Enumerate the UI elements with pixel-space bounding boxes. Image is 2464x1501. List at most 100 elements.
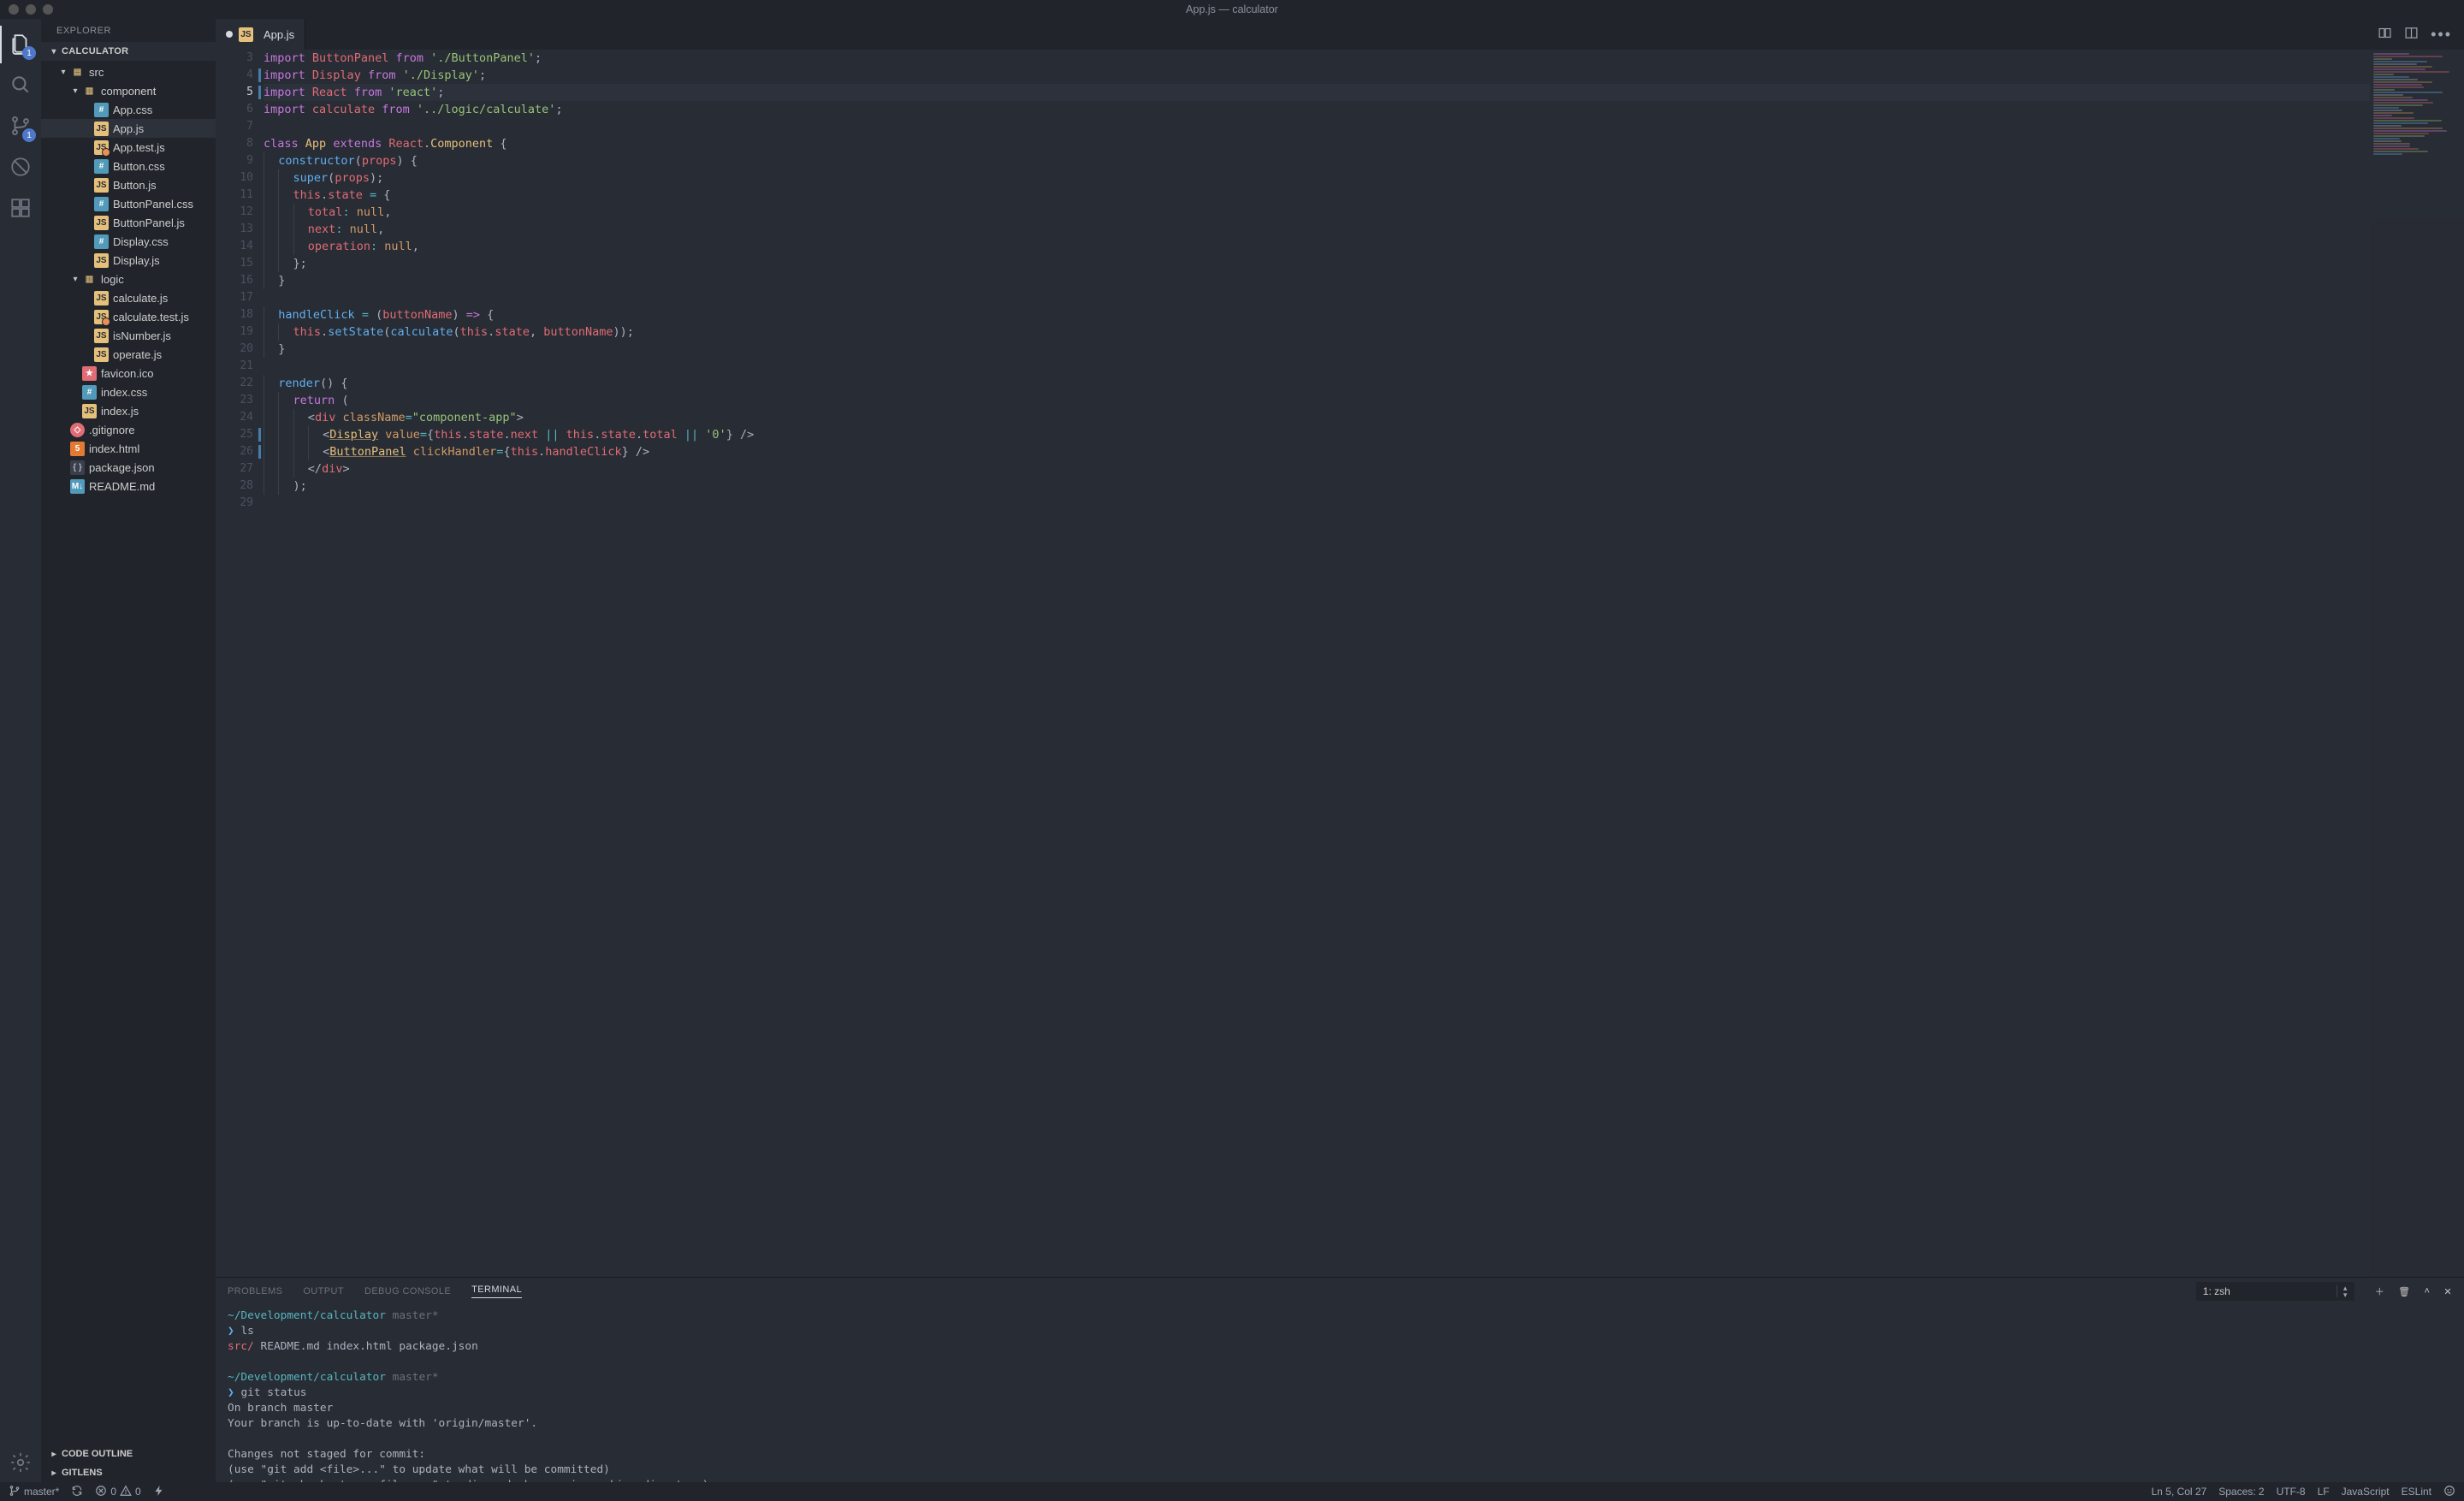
compare-changes-icon[interactable]: [2378, 26, 2392, 43]
css-icon: #: [94, 159, 109, 174]
panel-tabs: PROBLEMS OUTPUT DEBUG CONSOLE TERMINAL ▴…: [216, 1278, 2464, 1305]
close-window[interactable]: [9, 4, 19, 15]
search-icon: [9, 74, 32, 98]
sidebar-section-outline[interactable]: ▸ CODE OUTLINE: [41, 1445, 216, 1463]
error-count: 0: [110, 1486, 116, 1498]
file-index.html[interactable]: 5index.html: [41, 439, 216, 458]
tab-app-js[interactable]: JS App.js: [216, 19, 305, 50]
activity-debug[interactable]: [0, 149, 41, 187]
terminal-picker[interactable]: ▴▾: [2196, 1282, 2354, 1301]
tree-label: component: [101, 85, 156, 98]
file-favicon.ico[interactable]: ★favicon.ico: [41, 364, 216, 383]
file-calculate.test.js[interactable]: JScalculate.test.js: [41, 307, 216, 326]
maximize-panel-icon[interactable]: ˄: [2425, 1286, 2431, 1296]
minimize-window[interactable]: [26, 4, 36, 15]
status-feedback[interactable]: [2443, 1485, 2455, 1499]
status-branch[interactable]: master*: [9, 1485, 59, 1499]
status-language[interactable]: JavaScript: [2342, 1486, 2390, 1498]
tree-label: App.js: [113, 122, 144, 135]
status-indent[interactable]: Spaces: 2: [2218, 1486, 2264, 1498]
file-README.md[interactable]: M↓README.md: [41, 477, 216, 495]
dirty-indicator-icon: [226, 31, 233, 38]
file-.gitignore[interactable]: ◇.gitignore: [41, 420, 216, 439]
file-index.css[interactable]: #index.css: [41, 383, 216, 401]
split-editor-icon[interactable]: [2404, 26, 2419, 43]
activity-explorer[interactable]: 1: [0, 26, 41, 63]
js-icon: JS: [94, 122, 109, 136]
file-App.js[interactable]: JS App.js: [41, 119, 216, 138]
js-icon: JS: [94, 329, 109, 343]
file-Display.css[interactable]: #Display.css: [41, 232, 216, 251]
file-package.json[interactable]: { }package.json: [41, 458, 216, 477]
tree-label: README.md: [89, 480, 155, 493]
close-panel-icon[interactable]: ✕: [2443, 1286, 2452, 1297]
file-ButtonPanel.css[interactable]: #ButtonPanel.css: [41, 194, 216, 213]
activity-scm[interactable]: 1: [0, 108, 41, 145]
folder-icon: ▤: [70, 65, 85, 80]
file-App.test.js[interactable]: JSApp.test.js: [41, 138, 216, 157]
new-terminal-icon[interactable]: ＋: [2375, 1284, 2384, 1298]
sync-icon: [71, 1485, 83, 1499]
tree-label: Button.js: [113, 179, 157, 192]
gear-icon: [9, 1451, 32, 1476]
extensions-icon: [9, 197, 32, 222]
tree-label: Display.js: [113, 254, 160, 267]
activity-extensions[interactable]: [0, 190, 41, 228]
file-Button.js[interactable]: JS Button.js: [41, 175, 216, 194]
bug-icon: [9, 156, 32, 181]
file-Button.css[interactable]: # Button.css: [41, 157, 216, 175]
zoom-window[interactable]: [43, 4, 53, 15]
sidebar-section-project[interactable]: ▾ CALCULATOR: [41, 42, 216, 61]
more-actions-icon[interactable]: •••: [2431, 27, 2452, 42]
status-encoding[interactable]: UTF-8: [2277, 1486, 2306, 1498]
activity-bar: 1 1: [0, 19, 41, 1482]
tree-label: calculate.test.js: [113, 311, 189, 323]
chevron-down-icon: ▾: [56, 68, 70, 77]
sidebar-title: EXPLORER: [41, 19, 216, 42]
status-live[interactable]: [153, 1485, 165, 1499]
file-operate.js[interactable]: JSoperate.js: [41, 345, 216, 364]
outline-label: CODE OUTLINE: [62, 1449, 133, 1459]
tree-label: src: [89, 66, 104, 79]
folder-src[interactable]: ▾▤ src: [41, 62, 216, 81]
scm-badge: 1: [22, 128, 36, 142]
file-App.css[interactable]: #App.css: [41, 100, 216, 119]
folder-component[interactable]: ▾▥component: [41, 81, 216, 100]
gitlens-label: GITLENS: [62, 1468, 103, 1478]
status-sync[interactable]: [71, 1485, 83, 1499]
tree-label: Display.css: [113, 235, 169, 248]
folder-icon: ▥: [82, 84, 97, 98]
smiley-icon: [2443, 1485, 2455, 1499]
tree-label: ButtonPanel.css: [113, 198, 193, 211]
status-eol[interactable]: LF: [2318, 1486, 2330, 1498]
tree-label: calculate.js: [113, 292, 168, 305]
tree-label: .gitignore: [89, 424, 134, 436]
sidebar-section-gitlens[interactable]: ▸ GITLENS: [41, 1463, 216, 1482]
js-icon: JS: [94, 216, 109, 230]
panel-tab-output[interactable]: OUTPUT: [303, 1286, 344, 1296]
file-Display.js[interactable]: JS Display.js: [41, 251, 216, 270]
panel-tab-problems[interactable]: PROBLEMS: [228, 1286, 282, 1296]
file-index.js[interactable]: JSindex.js: [41, 401, 216, 420]
activity-settings[interactable]: [0, 1445, 41, 1482]
file-ButtonPanel.js[interactable]: JSButtonPanel.js: [41, 213, 216, 232]
panel-tab-debug[interactable]: DEBUG CONSOLE: [364, 1286, 451, 1296]
js-icon: JS: [94, 178, 109, 193]
editor[interactable]: 3456789101112131415161718192021222324252…: [216, 50, 2464, 1277]
code-content[interactable]: import ButtonPanel from './ButtonPanel';…: [264, 50, 2370, 512]
tree-label: index.js: [101, 405, 139, 418]
file-calculate.js[interactable]: JScalculate.js: [41, 288, 216, 307]
status-eslint[interactable]: ESLint: [2402, 1486, 2431, 1498]
minimap[interactable]: [2370, 50, 2464, 1277]
panel-tab-terminal[interactable]: TERMINAL: [471, 1284, 522, 1298]
js-icon: JS: [94, 253, 109, 268]
file-isNumber.js[interactable]: JSisNumber.js: [41, 326, 216, 345]
folder-logic[interactable]: ▾▥logic: [41, 270, 216, 288]
terminal-picker-value[interactable]: [2196, 1282, 2354, 1301]
status-problems[interactable]: 0 0: [95, 1485, 140, 1499]
terminal[interactable]: ~/Development/calculator master*❯ lssrc/…: [216, 1305, 2464, 1482]
kill-terminal-icon[interactable]: 🗑: [2398, 1286, 2410, 1297]
activity-search[interactable]: [0, 67, 41, 104]
status-cursor-pos[interactable]: Ln 5, Col 27: [2152, 1486, 2207, 1498]
tree-label: Button.css: [113, 160, 165, 173]
